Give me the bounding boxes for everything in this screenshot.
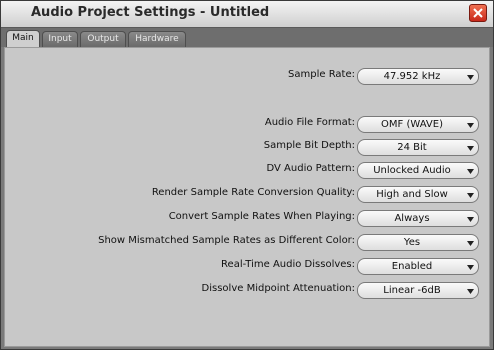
dropdown-arrow-icon — [467, 289, 474, 294]
dropdown-arrow-icon — [467, 123, 474, 128]
dropdown-arrow-icon — [467, 169, 474, 174]
window-title: Audio Project Settings - Untitled — [31, 5, 270, 20]
setting-row-sample-rate: Sample Rate: 47.952 kHz — [5, 68, 491, 85]
sample-bit-depth-select[interactable]: 24 Bit — [357, 139, 479, 156]
realtime-dissolves-label: Real-Time Audio Dissolves: — [221, 259, 355, 270]
dropdown-arrow-icon — [467, 217, 474, 222]
setting-row-realtime-dissolves: Real-Time Audio Dissolves: Enabled — [5, 258, 491, 275]
close-button[interactable] — [469, 4, 487, 22]
render-src-quality-label: Render Sample Rate Conversion Quality: — [151, 187, 355, 198]
sample-bit-depth-label: Sample Bit Depth: — [263, 140, 355, 151]
audio-project-settings-window: Audio Project Settings - Untitled Main I… — [0, 0, 494, 350]
dv-audio-pattern-value: Unlocked Audio — [373, 165, 451, 176]
dropdown-arrow-icon — [467, 193, 474, 198]
dropdown-arrow-icon — [467, 75, 474, 80]
setting-row-sample-bit-depth: Sample Bit Depth: 24 Bit — [5, 139, 491, 156]
tab-bar: Main Input Output Hardware — [1, 28, 493, 48]
show-mismatched-value: Yes — [403, 237, 421, 248]
tab-output-label: Output — [87, 34, 119, 44]
setting-row-dv-audio-pattern: DV Audio Pattern: Unlocked Audio — [5, 162, 491, 179]
tab-input[interactable]: Input — [42, 31, 78, 47]
setting-row-dissolve-midpoint: Dissolve Midpoint Attenuation: Linear -6… — [5, 282, 491, 299]
render-src-quality-value: High and Slow — [376, 189, 448, 200]
convert-sample-rates-select[interactable]: Always — [357, 210, 479, 227]
render-src-quality-select[interactable]: High and Slow — [357, 186, 479, 203]
tab-main-label: Main — [12, 33, 34, 43]
title-bar[interactable]: Audio Project Settings - Untitled — [1, 1, 493, 28]
tab-hardware-label: Hardware — [135, 34, 179, 44]
sample-bit-depth-value: 24 Bit — [397, 142, 427, 153]
close-x-icon — [473, 8, 483, 18]
audio-file-format-select[interactable]: OMF (WAVE) — [357, 116, 479, 133]
realtime-dissolves-select[interactable]: Enabled — [357, 258, 479, 275]
audio-file-format-value: OMF (WAVE) — [381, 119, 443, 130]
convert-sample-rates-label: Convert Sample Rates When Playing: — [168, 211, 355, 222]
dropdown-arrow-icon — [467, 265, 474, 270]
dissolve-midpoint-select[interactable]: Linear -6dB — [357, 282, 479, 299]
sample-rate-label: Sample Rate: — [288, 69, 355, 80]
realtime-dissolves-value: Enabled — [391, 261, 433, 272]
sample-rate-select[interactable]: 47.952 kHz — [357, 68, 479, 85]
setting-row-audio-file-format: Audio File Format: OMF (WAVE) — [5, 116, 491, 133]
tab-output[interactable]: Output — [80, 31, 126, 47]
convert-sample-rates-value: Always — [394, 213, 430, 224]
dropdown-arrow-icon — [467, 146, 474, 151]
tab-hardware[interactable]: Hardware — [128, 31, 186, 47]
show-mismatched-select[interactable]: Yes — [357, 234, 479, 251]
tab-input-label: Input — [48, 34, 72, 44]
dv-audio-pattern-select[interactable]: Unlocked Audio — [357, 162, 479, 179]
dissolve-midpoint-value: Linear -6dB — [383, 285, 441, 296]
setting-row-render-src-quality: Render Sample Rate Conversion Quality: H… — [5, 186, 491, 203]
setting-row-show-mismatched: Show Mismatched Sample Rates as Differen… — [5, 234, 491, 251]
setting-row-convert-sample-rates: Convert Sample Rates When Playing: Alway… — [5, 210, 491, 227]
dropdown-arrow-icon — [467, 241, 474, 246]
show-mismatched-label: Show Mismatched Sample Rates as Differen… — [98, 235, 355, 246]
dv-audio-pattern-label: DV Audio Pattern: — [266, 163, 356, 174]
audio-file-format-label: Audio File Format: — [264, 117, 355, 128]
dissolve-midpoint-label: Dissolve Midpoint Attenuation: — [201, 283, 355, 294]
tab-main[interactable]: Main — [6, 30, 40, 48]
main-settings-panel: Sample Rate: 47.952 kHz Audio File Forma… — [4, 47, 490, 347]
sample-rate-value: 47.952 kHz — [383, 71, 441, 82]
